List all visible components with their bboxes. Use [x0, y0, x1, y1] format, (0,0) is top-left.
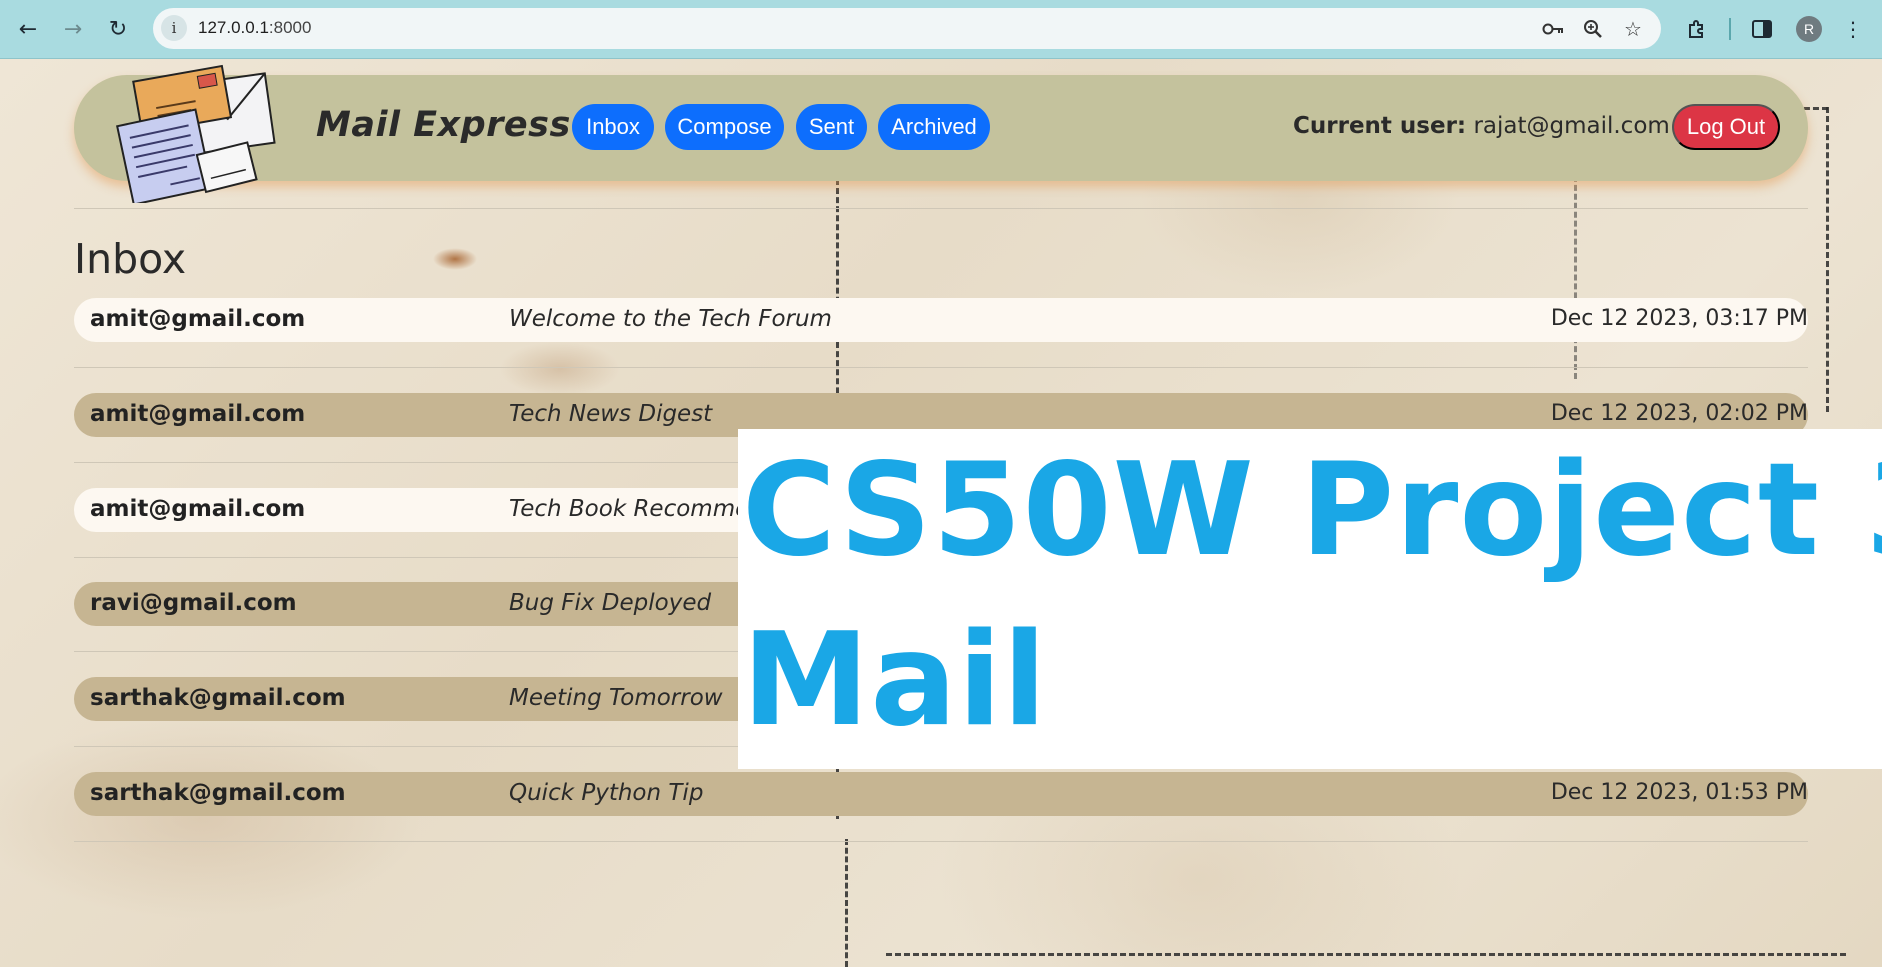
banner-title-line2: Mail: [742, 606, 1048, 755]
paper-crease: [1574, 149, 1577, 379]
email-timestamp: Dec 12 2023, 03:17 PM: [1550, 306, 1808, 331]
site-info-icon[interactable]: i: [161, 15, 187, 41]
email-timestamp: Dec 12 2023, 02:02 PM: [1550, 401, 1808, 426]
current-user-email: rajat@gmail.com: [1473, 113, 1670, 139]
extensions-icon[interactable]: [1680, 12, 1714, 46]
app-brand[interactable]: Mail Express: [316, 105, 571, 145]
email-sender: sarthak@gmail.com: [90, 780, 346, 806]
paper-crease: [845, 839, 848, 967]
paper-crease: [886, 953, 1846, 956]
email-subject: Tech Book Recommen: [509, 496, 764, 522]
menu-icon[interactable]: ⋮: [1836, 12, 1870, 46]
side-panel-icon[interactable]: [1745, 12, 1779, 46]
email-subject: Tech News Digest: [509, 401, 713, 427]
back-icon[interactable]: ←: [11, 12, 45, 46]
paper-crease: [1826, 107, 1829, 412]
logout-button[interactable]: Log Out: [1672, 104, 1780, 150]
email-timestamp: Dec 12 2023, 01:53 PM: [1550, 780, 1808, 805]
bookmark-star-icon[interactable]: ☆: [1620, 16, 1646, 42]
current-user-label: Current user:: [1293, 113, 1467, 139]
email-sender: amit@gmail.com: [90, 401, 306, 427]
email-subject: Quick Python Tip: [509, 780, 704, 806]
row-divider: [74, 367, 1808, 368]
email-sender: amit@gmail.com: [90, 496, 306, 522]
mail-logo-icon: [116, 64, 276, 203]
email-row[interactable]: amit@gmail.com Welcome to the Tech Forum…: [74, 298, 1808, 342]
app-header: Mail Express Inbox Compose Sent Archived…: [74, 64, 1808, 203]
email-subject: Welcome to the Tech Forum: [509, 306, 832, 332]
row-divider: [74, 841, 1808, 842]
address-bar[interactable]: i 127.0.0.1:8000 ☆: [153, 8, 1661, 49]
email-sender: ravi@gmail.com: [90, 590, 297, 616]
email-sender: amit@gmail.com: [90, 306, 306, 332]
zoom-icon[interactable]: [1580, 16, 1606, 42]
header-divider: [74, 208, 1808, 209]
key-icon[interactable]: [1540, 16, 1566, 42]
banner-title-line1: CS50W Project 3: [742, 436, 1882, 585]
email-subject: Meeting Tomorrow: [509, 685, 723, 711]
title-banner: CS50W Project 3 Mail: [738, 429, 1882, 769]
email-sender: sarthak@gmail.com: [90, 685, 346, 711]
browser-toolbar: ← → ↻ i 127.0.0.1:8000 ☆ R ⋮: [0, 0, 1882, 59]
current-user: Current user: rajat@gmail.com: [1293, 113, 1670, 139]
forward-icon[interactable]: →: [56, 12, 90, 46]
url-text[interactable]: 127.0.0.1:8000: [198, 18, 311, 38]
page-title: Inbox: [74, 235, 187, 283]
profile-avatar[interactable]: R: [1796, 16, 1822, 42]
toolbar-divider: [1729, 18, 1731, 40]
url-host: 127.0.0.1: [198, 18, 269, 37]
nav-inbox-button[interactable]: Inbox: [572, 104, 654, 150]
email-row[interactable]: sarthak@gmail.com Quick Python Tip Dec 1…: [74, 772, 1808, 816]
reload-icon[interactable]: ↻: [101, 12, 135, 46]
url-port: :8000: [268, 18, 312, 37]
nav-compose-button[interactable]: Compose: [665, 104, 784, 150]
nav-sent-button[interactable]: Sent: [796, 104, 867, 150]
nav-archived-button[interactable]: Archived: [878, 104, 990, 150]
email-subject: Bug Fix Deployed: [509, 590, 712, 616]
